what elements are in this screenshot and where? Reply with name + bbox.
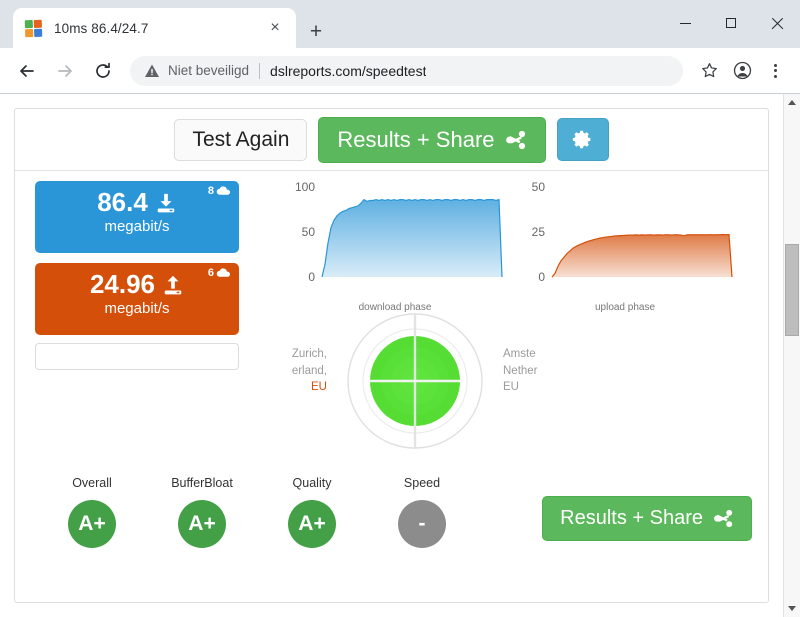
download-unit: megabit/s <box>104 218 170 236</box>
grade-bufferbloat: BufferBloat A+ <box>147 476 257 548</box>
omnibox-divider <box>259 62 261 79</box>
window-controls <box>662 0 800 46</box>
scroll-up-icon[interactable] <box>784 94 800 111</box>
profile-avatar-icon[interactable] <box>727 56 757 86</box>
browser-menu-icon[interactable] <box>760 56 790 86</box>
forward-icon[interactable] <box>48 54 82 88</box>
scroll-down-icon[interactable] <box>784 600 800 617</box>
page-viewport: Test Again Results + Share 8 86.4 megabi… <box>0 94 800 617</box>
grade-badge: A+ <box>288 500 336 548</box>
gear-icon <box>572 130 591 149</box>
grade-label: Speed <box>403 476 441 490</box>
download-streams-count: 8 <box>207 185 214 197</box>
grade-quality: Quality A+ <box>257 476 367 548</box>
upload-streams-count: 6 <box>207 267 214 279</box>
download-result-box: 8 86.4 megabit/s <box>35 181 239 253</box>
svg-text:0: 0 <box>538 270 545 284</box>
radar-right-line1: Amste <box>503 348 536 360</box>
upload-phase-chart: 0 25 50 upload phase <box>510 177 740 313</box>
svg-text:100: 100 <box>295 180 315 194</box>
page-scrollbar[interactable] <box>783 94 800 617</box>
cloud-icon <box>216 186 231 195</box>
results-body: 8 86.4 megabit/s 6 24.96 megabit/s 0 50 … <box>15 171 768 601</box>
grade-label: Overall <box>72 476 112 490</box>
tab-title: 10ms 86.4/24.7 <box>54 20 149 36</box>
radar-right-label: Amste Nether EU <box>503 346 565 396</box>
result-url-input[interactable] <box>35 343 239 370</box>
radar-graphic <box>347 313 483 449</box>
results-card: Test Again Results + Share 8 86.4 megabi… <box>14 108 769 603</box>
upload-arrow-icon <box>164 275 182 294</box>
grade-badge: A+ <box>178 500 226 548</box>
grade-badge: A+ <box>68 500 116 548</box>
results-share-button[interactable]: Results + Share <box>318 116 546 163</box>
download-phase-chart: 0 50 100 download phase <box>280 177 510 313</box>
browser-tab[interactable]: 10ms 86.4/24.7 × <box>13 8 296 48</box>
radar-right-line2: Nether <box>503 364 538 377</box>
back-icon[interactable] <box>10 54 44 88</box>
radar-left-label: Zurich, erland, EU <box>265 346 327 396</box>
svg-text:25: 25 <box>532 225 546 239</box>
browser-toolbar: Niet beveiligd dslreports.com/speedtest <box>0 48 800 94</box>
radar-left-line3: EU <box>311 381 327 394</box>
grade-overall: Overall A+ <box>37 476 147 548</box>
favicon-icon <box>24 19 43 37</box>
radar-left-line1: Zurich, <box>291 348 327 360</box>
new-tab-button[interactable]: + <box>302 17 330 45</box>
server-radar: Zurich, erland, EU Amste Nether EU <box>265 311 565 456</box>
url-text: dslreports.com/speedtest <box>270 62 427 79</box>
svg-text:50: 50 <box>302 225 316 239</box>
minimize-button[interactable] <box>662 0 708 46</box>
maximize-button[interactable] <box>708 0 754 46</box>
cloud-icon <box>216 268 231 277</box>
radar-right-line3: EU <box>503 381 519 394</box>
upload-chart-svg: 0 25 50 <box>532 180 733 284</box>
svg-text:50: 50 <box>532 180 546 194</box>
download-streams-badge: 8 <box>208 185 231 197</box>
results-share-large-label: Results + Share <box>560 507 703 529</box>
title-bar: 10ms 86.4/24.7 × + <box>0 0 800 48</box>
share-icon <box>714 509 733 528</box>
upload-streams-badge: 6 <box>208 267 231 279</box>
download-arrow-icon <box>157 193 175 212</box>
download-chart-svg: 0 50 100 <box>295 180 503 284</box>
grade-row: Overall A+ BufferBloat A+ Quality A+ Spe… <box>37 476 477 548</box>
svg-text:0: 0 <box>308 270 315 284</box>
upload-unit: megabit/s <box>104 300 170 318</box>
upload-speed-value: 24.96 <box>89 269 156 299</box>
security-status-text: Niet beveiligd <box>168 63 250 78</box>
test-again-button[interactable]: Test Again <box>174 118 308 161</box>
grade-label: BufferBloat <box>171 476 233 490</box>
tab-close-icon[interactable]: × <box>264 17 286 39</box>
browser-window: 10ms 86.4/24.7 × + Niet beveiligd dslrep… <box>0 0 800 617</box>
scrollbar-thumb[interactable] <box>785 244 799 336</box>
settings-button[interactable] <box>556 118 609 161</box>
close-button[interactable] <box>754 0 800 46</box>
results-share-label: Results + Share <box>337 126 495 152</box>
results-share-button-large[interactable]: Results + Share <box>542 496 752 541</box>
not-secure-icon <box>145 64 159 77</box>
upload-result-box: 6 24.96 megabit/s <box>35 263 239 335</box>
bookmark-star-icon[interactable] <box>694 56 724 86</box>
address-bar[interactable]: Niet beveiligd dslreports.com/speedtest <box>130 55 683 86</box>
grade-badge: - <box>398 500 446 548</box>
grade-speed: Speed - <box>367 476 477 548</box>
reload-icon[interactable] <box>86 54 120 88</box>
grade-label: Quality <box>292 476 332 490</box>
download-speed-value: 86.4 <box>97 187 148 217</box>
action-button-bar: Test Again Results + Share <box>15 109 768 171</box>
speedtest-page: Test Again Results + Share 8 86.4 megabi… <box>0 94 783 617</box>
radar-left-line2: erland, <box>291 364 327 377</box>
share-icon <box>505 130 525 149</box>
